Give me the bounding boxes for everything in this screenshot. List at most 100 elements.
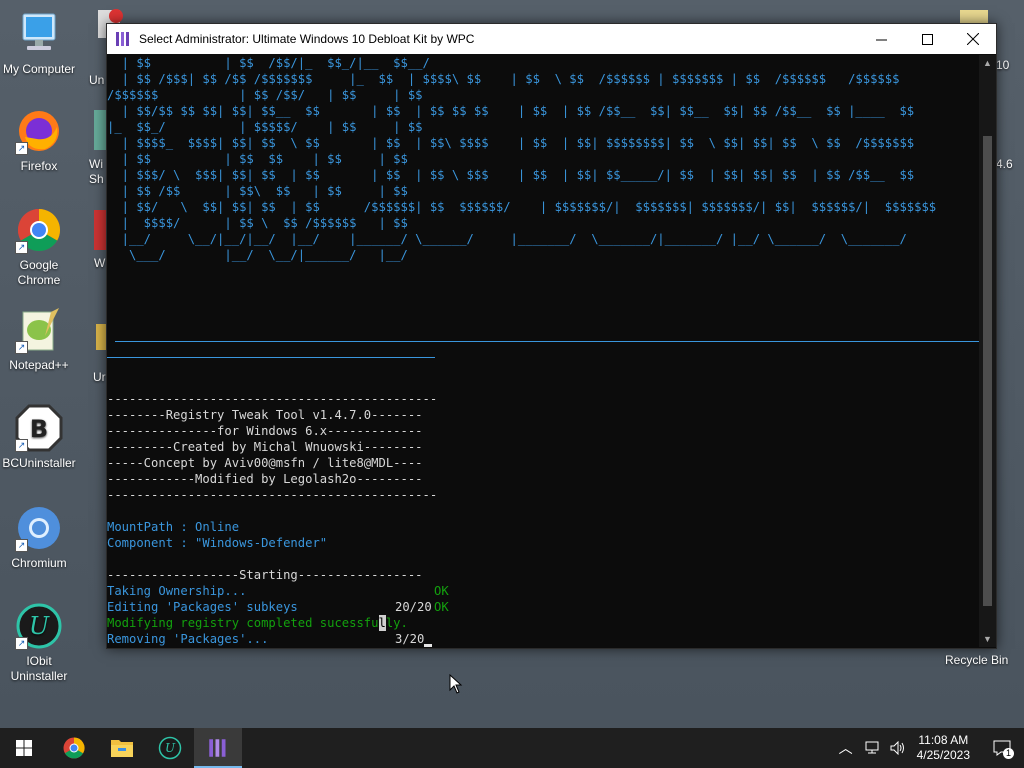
shortcut-arrow-icon: ↗ (15, 142, 28, 155)
start-button[interactable] (0, 728, 48, 768)
desktop-icon-firefox[interactable]: ↗ Firefox (0, 107, 78, 174)
status-ok: OK (434, 600, 449, 614)
partial-label: 4.6 (996, 157, 1013, 171)
ascii-art-line: | $$ | $$ $$ | $$ | $$ (107, 152, 408, 166)
success-text-end: ly. (385, 616, 408, 630)
desktop-icon-iobit-uninstaller[interactable]: U ↗ IObit Uninstaller (0, 602, 78, 684)
minimize-icon (875, 39, 887, 40)
terminal-app-icon (116, 32, 129, 46)
mount-path-line: MountPath : Online (107, 520, 240, 534)
chevron-up-icon[interactable]: ︿ (833, 738, 859, 758)
shortcut-arrow-icon: ↗ (15, 637, 28, 650)
success-line: Modifying registry completed sucessfully… (107, 615, 408, 631)
desktop-icon-label: IObit Uninstaller (10, 654, 68, 683)
network-icon[interactable] (864, 741, 880, 755)
desktop-icon-label: My Computer (2, 62, 76, 76)
minimize-button[interactable] (858, 24, 904, 54)
partial-desktop-icon[interactable] (94, 210, 106, 250)
iobit-uninstaller-icon: U (158, 736, 182, 760)
status-ok: OK (434, 584, 449, 598)
volume-icon[interactable] (890, 741, 906, 755)
removing-line: Removing 'Packages'... (107, 632, 269, 646)
mouse-pointer-icon (449, 674, 463, 694)
ascii-art-line: | $$/$$ $$ $$| $$| $$__ $$ | $$ | $$ $$ … (107, 104, 915, 118)
starting-line: ------------------Starting--------------… (107, 568, 423, 582)
maximize-icon (921, 33, 933, 45)
firefox-icon: ↗ (15, 107, 63, 155)
ascii-art-line: | $$/ \ $$| $$| $$ | $$ /$$$$$$| $$ $$$$… (107, 200, 937, 214)
header-line: -----Concept by Aviv00@msfn / lite8@MDL-… (107, 456, 423, 470)
taskbar-iobit-uninstaller[interactable]: U (146, 728, 194, 768)
clock[interactable]: 11:08 AM 4/25/2023 (917, 733, 970, 763)
removing-progress: 3/20 (395, 631, 433, 647)
ascii-art-line: |__/ \__/|__/|__/ |__/ |______/ \______/… (107, 232, 907, 246)
notepad-plus-plus-icon: ↗ (15, 306, 63, 354)
system-tray: ︿ 11:08 AM 4/25/2023 1 (833, 728, 1024, 768)
taskbar: U ︿ 11:08 AM 4/25/2023 1 (0, 728, 1024, 768)
chromium-icon: ↗ (15, 504, 63, 552)
partial-label: 10 (996, 58, 1010, 72)
console-output[interactable]: | $$ | $$ /$$/|_ $$_/|__ $$__/ | $$ /$$$… (107, 55, 979, 647)
ascii-art-line: | $$ | $$ /$$/|_ $$_/|__ $$__/ (107, 56, 430, 70)
status-line-subkeys: Editing 'Packages' subkeys (107, 600, 298, 614)
window-title: Select Administrator: Ultimate Windows 1… (139, 32, 475, 46)
action-center-button[interactable]: 1 (980, 728, 1024, 768)
scroll-up-arrow-icon[interactable]: ▲ (979, 55, 996, 71)
header-line: ----------------------------------------… (107, 392, 438, 406)
partial-desktop-icon[interactable] (96, 324, 106, 350)
removing-value: 3/20 (395, 632, 425, 646)
taskbar-file-explorer[interactable] (98, 728, 146, 768)
component-line: Component : "Windows-Defender" (107, 536, 328, 550)
vertical-scrollbar[interactable]: ▲ ▼ (979, 55, 996, 647)
ascii-art-line: | $$ /$$$| $$ /$$ /$$$$$$$ |_ $$ | $$$$\… (107, 72, 900, 86)
desktop-icon-label: Google Chrome (17, 258, 61, 287)
shortcut-arrow-icon: ↗ (15, 539, 28, 552)
iobit-uninstaller-icon: U ↗ (15, 602, 63, 650)
header-line: ----------------------------------------… (107, 488, 438, 502)
partial-label: Wi (89, 157, 103, 171)
close-button[interactable] (950, 24, 996, 54)
success-text-start: Modifying registry completed sucessfu (107, 616, 379, 630)
scroll-down-arrow-icon[interactable]: ▼ (979, 631, 996, 647)
console-window[interactable]: Select Administrator: Ultimate Windows 1… (106, 23, 997, 649)
shortcut-arrow-icon: ↗ (15, 341, 28, 354)
selection-caret: l (378, 615, 386, 631)
partial-label: Un (89, 73, 105, 87)
separator-rule (115, 341, 979, 342)
ascii-art-line: /$$$$$$ | $$ /$$/ | $$ | $$ (107, 88, 423, 102)
shortcut-arrow-icon: ↗ (15, 241, 28, 254)
notification-badge: 1 (1003, 748, 1014, 759)
close-icon (967, 33, 979, 45)
partial-label: W (94, 256, 106, 270)
desktop-icon-google-chrome[interactable]: ↗ Google Chrome (0, 206, 78, 288)
desktop-icon-label: BCUninstaller (2, 456, 76, 470)
partial-label: Sh (89, 172, 104, 186)
recycle-bin-label[interactable]: Recycle Bin (945, 653, 1008, 667)
status-line-ownership: Taking Ownership... (107, 584, 247, 598)
chrome-icon: ↗ (15, 206, 63, 254)
desktop-icon-my-computer[interactable]: My Computer (0, 10, 78, 77)
title-bar[interactable]: Select Administrator: Ultimate Windows 1… (107, 24, 996, 54)
desktop-icon-label: Chromium (11, 556, 67, 570)
folder-icon (111, 740, 133, 757)
separator-rule (107, 357, 435, 358)
desktop-icon-notepad-plus-plus[interactable]: ↗ Notepad++ (0, 306, 78, 373)
header-line: ------------Modified by Legolash2o------… (107, 472, 423, 486)
desktop-icon-bcuninstaller[interactable]: B ↗ BCUninstaller (0, 404, 78, 471)
header-line: --------Registry Tweak Tool v1.4.7.0----… (107, 408, 423, 422)
taskbar-chrome[interactable] (50, 728, 98, 768)
computer-icon (15, 10, 63, 58)
chrome-icon (63, 737, 85, 759)
status-progress: 20/20 (395, 600, 432, 614)
partial-label: Ur (93, 370, 106, 384)
maximize-button[interactable] (904, 24, 950, 54)
desktop-icon-label: Firefox (20, 159, 58, 173)
svg-text:U: U (165, 741, 176, 755)
scrollbar-thumb[interactable] (983, 136, 992, 606)
taskbar-console-app[interactable] (194, 728, 242, 768)
clock-date: 4/25/2023 (916, 748, 970, 762)
ascii-art-line: \___/ |__/ \__/|______/ |__/ (107, 248, 408, 262)
ascii-art-line: |_ $$_/ | $$$$$/ | $$ | $$ (107, 120, 423, 134)
desktop-icon-chromium[interactable]: ↗ Chromium (0, 504, 78, 571)
desktop-icon-label: Notepad++ (9, 358, 69, 372)
